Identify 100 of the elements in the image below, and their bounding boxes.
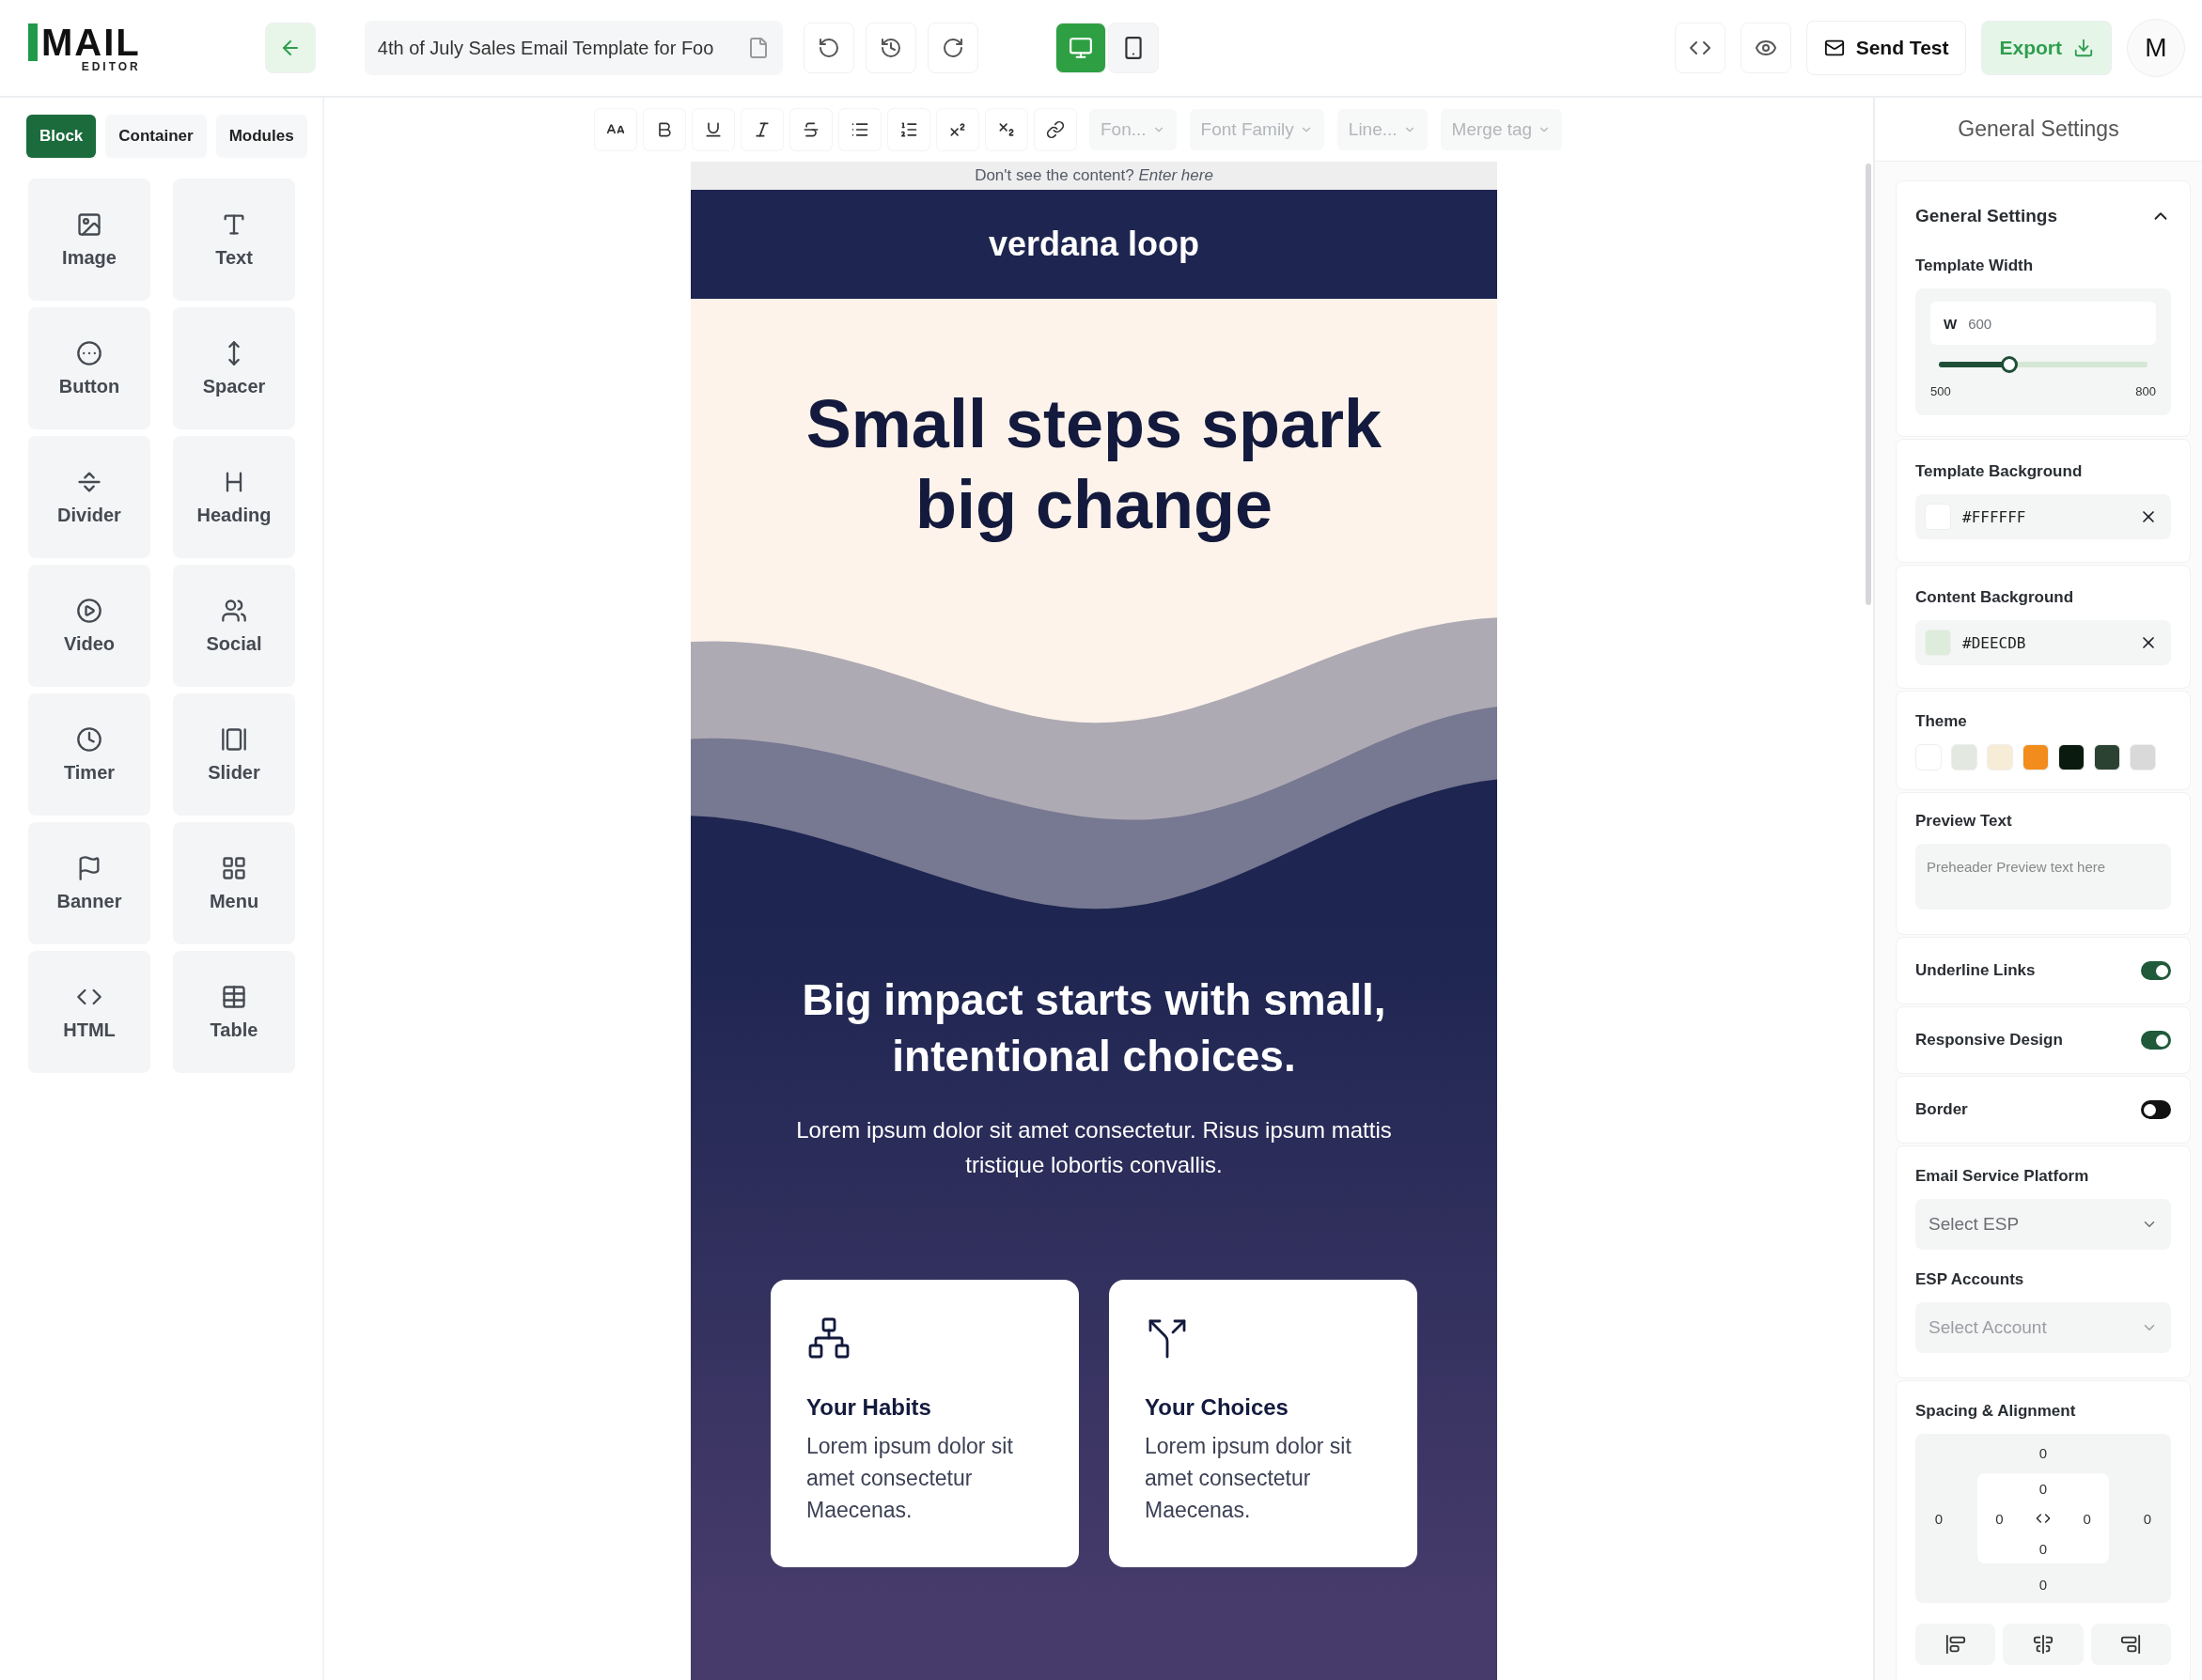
play-icon — [76, 597, 102, 624]
code-button[interactable] — [1674, 23, 1726, 73]
panel-title: General Settings — [1875, 98, 2202, 162]
width-field[interactable]: W 600 — [1930, 302, 2156, 345]
block-tile[interactable]: Menu — [173, 822, 295, 944]
toggle-switch[interactable] — [2141, 1031, 2171, 1050]
field-label: Theme — [1915, 712, 1968, 731]
image-icon — [76, 210, 102, 238]
padding-value[interactable]: 0 — [2038, 1540, 2048, 1557]
mobile-view-button[interactable] — [1107, 23, 1159, 73]
numbered-list-button[interactable] — [888, 109, 929, 150]
sidebar-tab[interactable]: Block — [26, 115, 97, 158]
align-center-button[interactable] — [2003, 1624, 2084, 1665]
back-button[interactable] — [264, 23, 316, 73]
block-tile[interactable]: Button — [28, 307, 150, 429]
toggle-label: Responsive Design — [1915, 1031, 2063, 1050]
margin-value[interactable]: 0 — [2143, 1510, 2152, 1527]
code-icon — [2036, 1511, 2051, 1526]
color-swatch[interactable] — [1925, 630, 1951, 656]
history-button[interactable] — [865, 23, 916, 73]
theme-swatch[interactable] — [2130, 744, 2156, 770]
block-tile[interactable]: HTML — [28, 951, 150, 1073]
field-label: Preview Text — [1915, 812, 2013, 831]
margin-value[interactable]: 0 — [2038, 1576, 2048, 1593]
brand-header: verdana loop — [691, 190, 1497, 299]
card-text: Lorem ipsum dolor sit amet consectetur Maecenas. — [1145, 1433, 1352, 1524]
italic-icon — [753, 120, 772, 139]
theme-swatch[interactable] — [2058, 744, 2085, 770]
numbered-list-icon — [899, 120, 918, 139]
padding-value[interactable]: 0 — [1995, 1510, 2004, 1527]
block-tile[interactable]: Video — [28, 565, 150, 687]
link-button[interactable] — [1035, 109, 1076, 150]
block-tile[interactable]: Table — [173, 951, 295, 1073]
align-left-button[interactable] — [1915, 1624, 1996, 1665]
bold-button[interactable] — [644, 109, 685, 150]
gallery-icon — [221, 725, 247, 753]
send-test-button[interactable]: Send Test — [1805, 21, 1967, 75]
align-center-icon — [2033, 1634, 2054, 1655]
table-icon — [221, 983, 247, 1010]
download-icon — [2073, 38, 2094, 58]
section-title: General Settings — [1915, 206, 2057, 226]
sidebar-tab[interactable]: Container — [105, 115, 207, 158]
grid-icon — [221, 854, 247, 881]
block-tile[interactable]: Text — [173, 179, 295, 301]
underline-button[interactable] — [693, 109, 734, 150]
toggle-switch[interactable] — [2141, 1100, 2171, 1119]
color-field[interactable]: #FFFFFF — [1915, 494, 2171, 539]
text-size-button[interactable] — [595, 109, 636, 150]
theme-swatch[interactable] — [1951, 744, 1977, 770]
strikethrough-button[interactable] — [790, 109, 832, 150]
theme-swatch[interactable] — [2022, 744, 2049, 770]
block-tile[interactable]: Banner — [28, 822, 150, 944]
theme-swatch[interactable] — [2094, 744, 2120, 770]
subheadline: Big impact starts with small, intentional choices. — [801, 974, 1387, 1082]
subscript-button[interactable] — [986, 109, 1027, 150]
slider-min: 500 — [1930, 384, 1951, 398]
bullet-list-button[interactable] — [839, 109, 881, 150]
toggle-switch[interactable] — [2141, 961, 2171, 980]
align-left-icon — [1944, 1634, 1966, 1655]
esp-select[interactable]: Select ESP — [1915, 1199, 2171, 1250]
color-field[interactable]: #DEECDB — [1915, 620, 2171, 665]
superscript-icon — [948, 120, 967, 139]
field-label: ESP Accounts — [1915, 1270, 2025, 1289]
block-tile[interactable]: Slider — [173, 693, 295, 816]
history-icon — [879, 37, 902, 59]
redo-button[interactable] — [927, 23, 978, 73]
user-avatar[interactable]: M — [2127, 19, 2185, 77]
logo: MAIL EDITOR — [28, 23, 141, 72]
block-tile[interactable]: Spacer — [173, 307, 295, 429]
card-text: Lorem ipsum dolor sit amet consectetur Maecenas. — [806, 1433, 1014, 1524]
sidebar-tab[interactable]: Modules — [215, 115, 307, 158]
padding-value[interactable]: 0 — [2038, 1480, 2048, 1497]
block-tile[interactable]: Timer — [28, 693, 150, 816]
block-tile[interactable]: Heading — [173, 436, 295, 558]
body-text: Lorem ipsum dolor sit amet consectetur. Risus ipsum mattis tristique lobortis convallis. — [795, 1116, 1393, 1179]
field-label: Content Background — [1915, 588, 2075, 607]
dots-circle-icon — [76, 339, 102, 366]
italic-button[interactable] — [742, 109, 783, 150]
card-title: Your Habits — [806, 1394, 932, 1421]
block-tile[interactable]: Image — [28, 179, 150, 301]
slider-max: 800 — [2135, 384, 2156, 398]
undo-button[interactable] — [803, 23, 854, 73]
template-name-field[interactable]: 4th of July Sales Email Template for Foo — [364, 21, 783, 75]
scrollbar[interactable] — [1866, 163, 1871, 605]
headline: Small steps spark big change — [804, 384, 1383, 544]
superscript-button[interactable] — [937, 109, 978, 150]
block-tile[interactable]: Divider — [28, 436, 150, 558]
block-tile[interactable]: Social — [173, 565, 295, 687]
field-label: Template Width — [1915, 257, 2035, 275]
padding-value[interactable]: 0 — [2083, 1510, 2091, 1527]
underline-icon — [704, 120, 723, 139]
preview-button[interactable] — [1740, 23, 1791, 73]
margin-value[interactable]: 0 — [2038, 1444, 2048, 1461]
theme-swatch[interactable] — [1987, 744, 2013, 770]
preview-text-field[interactable]: Preheader Preview text here — [1915, 844, 2171, 910]
card-title: Your Choices — [1145, 1394, 1289, 1421]
slider-thumb[interactable] — [2001, 356, 2019, 373]
redo-icon — [941, 37, 964, 59]
margin-value[interactable]: 0 — [1934, 1510, 1944, 1527]
align-right-button[interactable] — [2090, 1624, 2171, 1665]
